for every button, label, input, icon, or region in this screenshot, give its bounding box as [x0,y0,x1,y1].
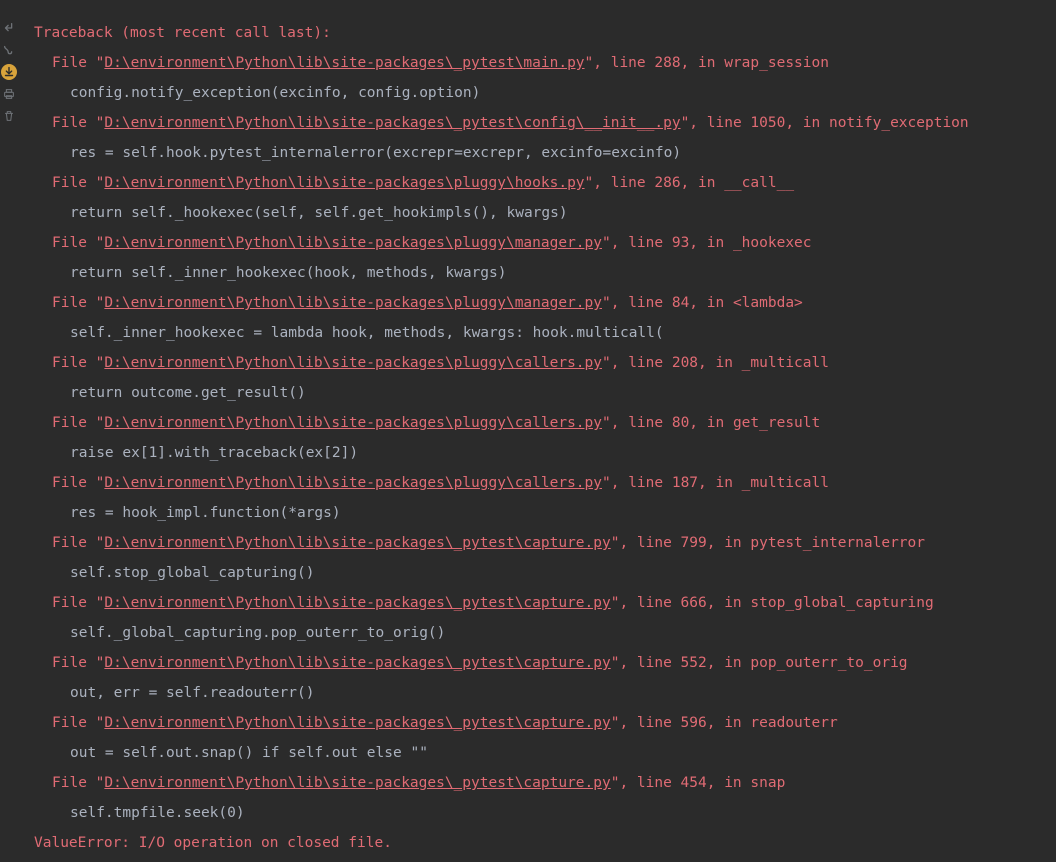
traceback-text: File " [52,115,104,131]
trash-icon[interactable] [1,108,17,124]
traceback-file-link[interactable]: D:\environment\Python\lib\site-packages\… [104,775,610,791]
traceback-code: return outcome.get_result() [70,385,306,401]
traceback-text: ", line 454, in snap [611,775,786,791]
traceback-code-line: self._inner_hookexec = lambda hook, meth… [34,318,1056,348]
traceback-frame: File "D:\environment\Python\lib\site-pac… [34,648,1056,678]
traceback-code: return self._inner_hookexec(hook, method… [70,265,507,281]
traceback-frame: File "D:\environment\Python\lib\site-pac… [34,288,1056,318]
traceback-frame: File "D:\environment\Python\lib\site-pac… [34,588,1056,618]
traceback-code: config.notify_exception(excinfo, config.… [70,85,480,101]
traceback-text: ", line 666, in stop_global_capturing [611,595,934,611]
traceback-text: Traceback (most recent call last): [34,25,331,41]
traceback-frame: File "D:\environment\Python\lib\site-pac… [34,108,1056,138]
traceback-code: res = hook_impl.function(*args) [70,505,341,521]
traceback-text: File " [52,55,104,71]
traceback-code: self._global_capturing.pop_outerr_to_ori… [70,625,445,641]
traceback-file-link[interactable]: D:\environment\Python\lib\site-packages\… [104,355,602,371]
traceback-text: ", line 288, in wrap_session [585,55,829,71]
traceback-text: ", line 93, in _hookexec [602,235,812,251]
console-output: Traceback (most recent call last): File "… [18,0,1056,862]
traceback-text: ValueError: I/O operation on closed file… [34,835,392,851]
traceback-file-link[interactable]: D:\environment\Python\lib\site-packages\… [104,175,584,191]
traceback-text: ", line 80, in get_result [602,415,820,431]
traceback-header: Traceback (most recent call last): [34,18,1056,48]
traceback-code-line: raise ex[1].with_traceback(ex[2]) [34,438,1056,468]
traceback-file-link[interactable]: D:\environment\Python\lib\site-packages\… [104,475,602,491]
editor-gutter [0,0,18,862]
traceback-file-link[interactable]: D:\environment\Python\lib\site-packages\… [104,655,610,671]
traceback-file-link[interactable]: D:\environment\Python\lib\site-packages\… [104,235,602,251]
traceback-frame: File "D:\environment\Python\lib\site-pac… [34,768,1056,798]
traceback-text: File " [52,655,104,671]
traceback-file-link[interactable]: D:\environment\Python\lib\site-packages\… [104,55,584,71]
traceback-frame: File "D:\environment\Python\lib\site-pac… [34,708,1056,738]
traceback-text: ", line 208, in _multicall [602,355,829,371]
traceback-code-line: out = self.out.snap() if self.out else "… [34,738,1056,768]
traceback-text: File " [52,535,104,551]
step-icon[interactable] [1,42,17,58]
traceback-text: ", line 84, in <lambda> [602,295,803,311]
traceback-code: out = self.out.snap() if self.out else "… [70,745,428,761]
traceback-file-link[interactable]: D:\environment\Python\lib\site-packages\… [104,115,680,131]
traceback-text: File " [52,715,104,731]
traceback-text: File " [52,355,104,371]
traceback-text: File " [52,475,104,491]
traceback-code-line: self.tmpfile.seek(0) [34,798,1056,828]
traceback-code: self.stop_global_capturing() [70,565,314,581]
traceback-code-line: return self._inner_hookexec(hook, method… [34,258,1056,288]
traceback-code-line: self._global_capturing.pop_outerr_to_ori… [34,618,1056,648]
traceback-file-link[interactable]: D:\environment\Python\lib\site-packages\… [104,295,602,311]
traceback-frame: File "D:\environment\Python\lib\site-pac… [34,228,1056,258]
traceback-frame: File "D:\environment\Python\lib\site-pac… [34,348,1056,378]
traceback-code-line: res = self.hook.pytest_internalerror(exc… [34,138,1056,168]
print-icon[interactable] [1,86,17,102]
traceback-text: File " [52,775,104,791]
traceback-file-link[interactable]: D:\environment\Python\lib\site-packages\… [104,715,610,731]
download-icon[interactable] [1,64,17,80]
traceback-code: res = self.hook.pytest_internalerror(exc… [70,145,681,161]
traceback-frame: File "D:\environment\Python\lib\site-pac… [34,528,1056,558]
traceback-code-line: out, err = self.readouterr() [34,678,1056,708]
traceback-text: File " [52,175,104,191]
traceback-text: ", line 596, in readouterr [611,715,838,731]
traceback-file-link[interactable]: D:\environment\Python\lib\site-packages\… [104,595,610,611]
traceback-code-line: config.notify_exception(excinfo, config.… [34,78,1056,108]
traceback-code: raise ex[1].with_traceback(ex[2]) [70,445,358,461]
traceback-code: return self._hookexec(self, self.get_hoo… [70,205,568,221]
traceback-text: File " [52,595,104,611]
traceback-code: self._inner_hookexec = lambda hook, meth… [70,325,664,341]
traceback-frame: File "D:\environment\Python\lib\site-pac… [34,168,1056,198]
traceback-frame: File "D:\environment\Python\lib\site-pac… [34,468,1056,498]
traceback-file-link[interactable]: D:\environment\Python\lib\site-packages\… [104,415,602,431]
traceback-text: ", line 1050, in notify_exception [681,115,969,131]
return-icon[interactable] [1,20,17,36]
traceback-code-line: return self._hookexec(self, self.get_hoo… [34,198,1056,228]
traceback-frame: File "D:\environment\Python\lib\site-pac… [34,48,1056,78]
traceback-file-link[interactable]: D:\environment\Python\lib\site-packages\… [104,535,610,551]
traceback-text: ", line 286, in __call__ [585,175,795,191]
traceback-exception: ValueError: I/O operation on closed file… [34,828,1056,858]
traceback-text: File " [52,415,104,431]
traceback-code: out, err = self.readouterr() [70,685,314,701]
traceback-text: File " [52,295,104,311]
traceback-code-line: res = hook_impl.function(*args) [34,498,1056,528]
traceback-code: self.tmpfile.seek(0) [70,805,245,821]
traceback-code-line: return outcome.get_result() [34,378,1056,408]
traceback-frame: File "D:\environment\Python\lib\site-pac… [34,408,1056,438]
traceback-text: ", line 552, in pop_outerr_to_orig [611,655,908,671]
traceback-text: ", line 799, in pytest_internalerror [611,535,925,551]
traceback-text: File " [52,235,104,251]
traceback-text: ", line 187, in _multicall [602,475,829,491]
traceback-code-line: self.stop_global_capturing() [34,558,1056,588]
